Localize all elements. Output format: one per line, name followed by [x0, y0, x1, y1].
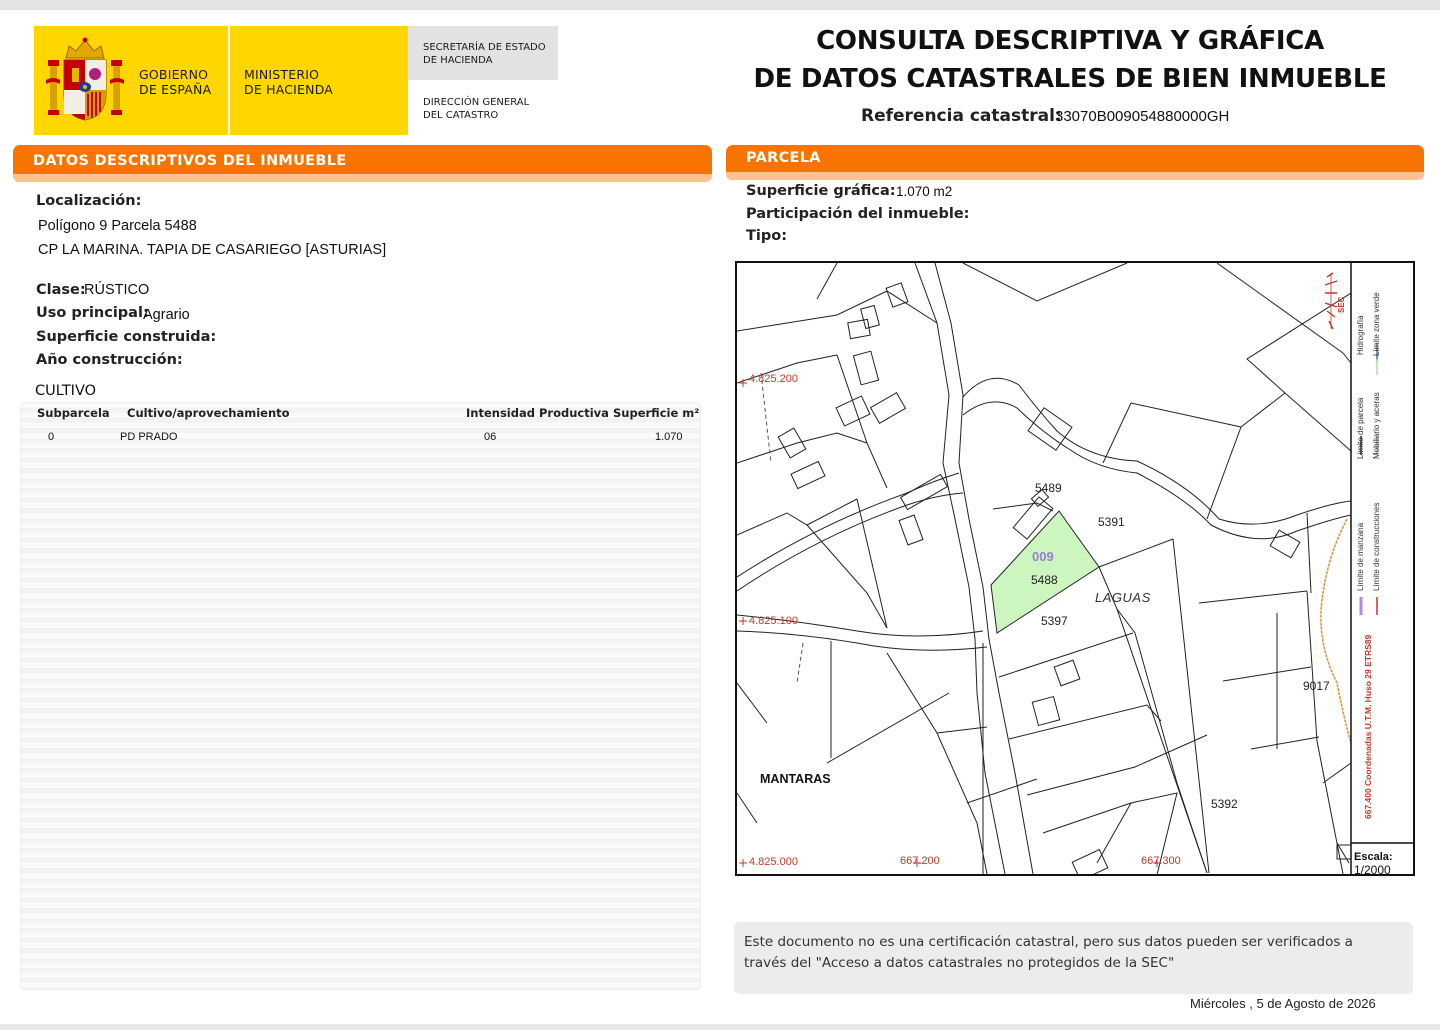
ref-value: 33070B009054880000GH	[1055, 108, 1230, 125]
sec-line-1: SECRETARÍA DE ESTADO	[423, 42, 546, 53]
coord-x2: 667.300	[1141, 855, 1181, 867]
cell-intensidad: 06	[484, 431, 497, 443]
direccion-text: DIRECCIÓN GENERAL DEL CATASTRO	[423, 96, 529, 122]
participacion-label: Participación del inmueble:	[746, 206, 970, 222]
superficie-grafica-label: Superficie gráfica:	[746, 183, 896, 199]
datos-section-title: DATOS DESCRIPTIVOS DEL INMUEBLE	[33, 153, 347, 169]
parcel-label-5391: 5391	[1098, 515, 1125, 529]
gov-line-2: DE ESPAÑA	[139, 82, 212, 97]
ministerio-hacienda-text: MINISTERIO DE HACIENDA	[244, 67, 333, 97]
coord-y2: 4.825.100	[749, 615, 798, 627]
sec-line-2: DE HACIENDA	[423, 55, 493, 66]
cultivo-title: CULTIVO	[35, 383, 97, 399]
parcel-label-5397: 5397	[1041, 614, 1068, 628]
cadastral-map[interactable]: 4.825.200 4.825.100 4.825.000 667.200 66…	[735, 261, 1415, 877]
col-cultivo: Cultivo/aprovechamiento	[127, 406, 290, 420]
superficie-grafica-value: 1.070 m2	[896, 184, 953, 199]
ref-label: Referencia catastral:	[861, 106, 1062, 126]
gov-line-1: GOBIERNO	[139, 67, 209, 82]
disclaimer-text: Este documento no es una certificación c…	[744, 934, 1353, 971]
parcela-section-title: PARCELA	[746, 150, 821, 166]
parcel-label-5488: 5488	[1031, 573, 1058, 587]
clase-value: RÚSTICO	[84, 282, 150, 298]
localizacion-label: Localización:	[36, 193, 142, 209]
page-title-line-1: CONSULTA DESCRIPTIVA Y GRÁFICA	[816, 26, 1324, 56]
gobierno-espana-text: GOBIERNO DE ESPAÑA	[139, 67, 211, 97]
superficie-construida-label: Superficie construida:	[36, 329, 217, 345]
legend-zona-verde: Límite zona verde	[1372, 292, 1381, 356]
legend-limite-parcela: Límite de parcela	[1356, 397, 1365, 459]
dir-line-1: DIRECCIÓN GENERAL	[423, 97, 530, 108]
document-date: Miércoles , 5 de Agosto de 2026	[1190, 996, 1376, 1011]
legend-mobiliario: Mobiliario y aceras	[1372, 392, 1381, 459]
localizacion-line-2: CP LA MARINA. TAPIA DE CASARIEGO [ASTURI…	[38, 242, 387, 258]
secretaria-text: SECRETARÍA DE ESTADO DE HACIENDA	[423, 41, 546, 67]
top-strip	[0, 0, 1440, 10]
polygon-label: 009	[1032, 549, 1054, 564]
parcel-label-5489: 5489	[1035, 481, 1062, 495]
legend-limite-manzana: Límite de manzana	[1356, 522, 1365, 591]
sec-logo-icon	[1324, 272, 1338, 330]
localizacion-line-1: Polígono 9 Parcela 5488	[38, 218, 197, 234]
tipo-label: Tipo:	[746, 228, 788, 244]
parcel-label-5392: 5392	[1211, 797, 1238, 811]
legend-hidrografia: Hidrografía	[1356, 315, 1365, 355]
disclaimer-box: Este documento no es una certificación c…	[734, 922, 1413, 994]
map-drawing	[737, 263, 1413, 874]
escala-label: Escala:	[1354, 851, 1393, 863]
place-laguas: LAGUAS	[1095, 590, 1151, 605]
escala-value: 1/2000	[1354, 863, 1391, 877]
coord-x1: 667.200	[900, 855, 940, 867]
parcela-section-lip	[726, 172, 1424, 180]
dir-line-2: DEL CATASTRO	[423, 110, 499, 121]
cell-superficie: 1.070	[655, 431, 683, 443]
datos-section-header: DATOS DESCRIPTIVOS DEL INMUEBLE	[13, 145, 712, 177]
min-line-1: MINISTERIO	[244, 67, 320, 82]
logo-divider	[228, 26, 230, 135]
coord-y1: 4.825.200	[749, 373, 798, 385]
uso-value: Agrario	[143, 307, 190, 323]
col-intensidad: Intensidad Productiva	[466, 406, 609, 420]
legend-coordenadas: 667.400 Coordenadas U.T.M. Huso 29 ETRS8…	[1363, 634, 1373, 819]
legend-limite-construcciones: Límite de construcciones	[1372, 502, 1381, 592]
uso-label: Uso principal:	[36, 305, 149, 321]
cell-cultivo: PD PRADO	[120, 431, 178, 443]
clase-label: Clase:	[36, 282, 86, 298]
place-mantaras: MANTARAS	[760, 772, 831, 786]
coord-y3: 4.825.000	[749, 856, 798, 868]
col-subparcela: Subparcela	[37, 406, 110, 420]
cell-subparcela: 0	[48, 431, 55, 443]
min-line-2: DE HACIENDA	[244, 82, 334, 97]
sec-logo-text: SEC	[1337, 296, 1346, 313]
anio-construccion-label: Año construcción:	[36, 352, 183, 368]
coat-of-arms-icon	[46, 37, 124, 121]
col-superficie: Superficie m²	[613, 406, 700, 420]
parcel-label-9017: 9017	[1303, 679, 1330, 693]
cultivo-table	[20, 402, 701, 990]
page-title-line-2: DE DATOS CATASTRALES DE BIEN INMUEBLE	[753, 64, 1387, 94]
datos-section-lip	[13, 174, 712, 182]
parcela-section-header: PARCELA	[726, 145, 1424, 173]
bottom-strip	[0, 1024, 1440, 1030]
